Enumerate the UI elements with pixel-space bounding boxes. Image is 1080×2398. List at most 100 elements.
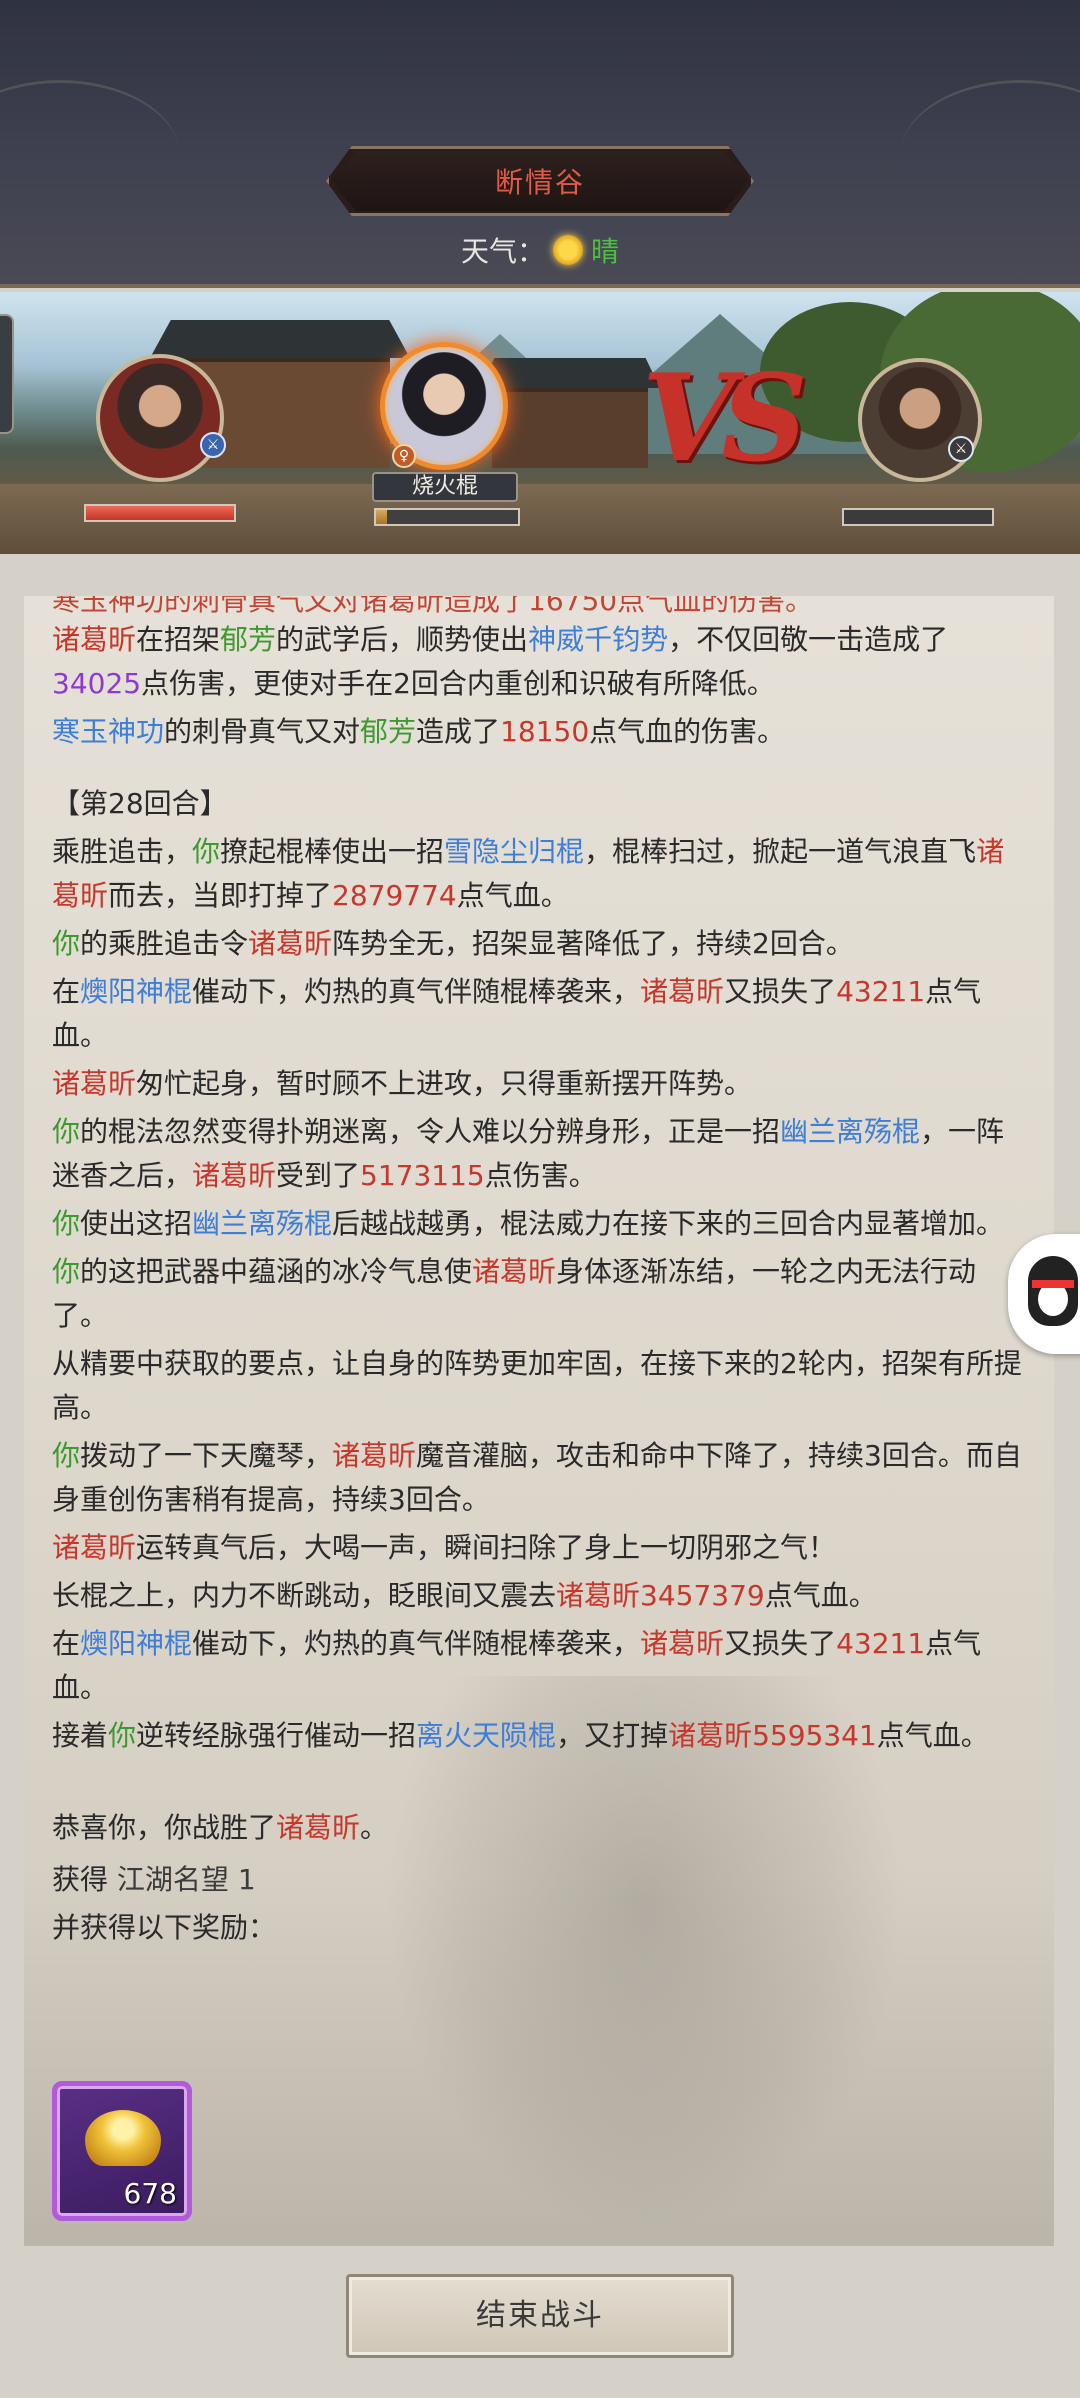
round-log-entry-3: 诸葛昕匆忙起身，暂时顾不上进攻，只得重新摆开阵势。 [52, 1062, 1032, 1106]
log-highlight-blue: 幽兰离殇棍 [192, 1207, 333, 1240]
floating-assist-button[interactable] [1008, 1234, 1080, 1354]
sword-icon: ⚔ [948, 436, 974, 462]
log-text: 从精要中获取的要点，让自身的阵势更加牢固，在接下来的2轮内，招架有所提高。 [52, 1347, 1022, 1424]
log-highlight-green: 郁芳 [360, 715, 417, 748]
log-highlight-red: 诸葛昕 [192, 1159, 277, 1192]
log-text: 而去，当即打掉了 [108, 879, 333, 912]
log-text: 匆忙起身，暂时顾不上进攻，只得重新摆开阵势。 [136, 1067, 753, 1100]
log-highlight-red: 诸葛昕 [52, 1067, 137, 1100]
roof-shape [480, 358, 660, 388]
log-highlight-green: 你 [52, 1115, 81, 1148]
log-highlight-red: 诸葛昕 [248, 927, 333, 960]
log-text: 点气血的伤害。 [589, 715, 786, 748]
penguin-scarf [1032, 1280, 1074, 1288]
gain-label: 获得 [52, 1863, 109, 1896]
round-log-entry-12: 接着你逆转经脉强行催动一招离火天陨棍，又打掉诸葛昕5595341点气血。 [52, 1714, 1032, 1758]
log-highlight-red: 诸葛昕 [332, 1439, 417, 1472]
log-highlight-red: 2879774 [332, 879, 457, 912]
side-drawer-handle[interactable] [0, 314, 14, 434]
round-log-entry-5: 你使出这招幽兰离殇棍后越战越勇，棍法威力在接下来的三回合内显著增加。 [52, 1202, 1032, 1246]
log-text: 。 [360, 1811, 389, 1844]
log-text: 点气血。 [876, 1719, 989, 1752]
round-log-entry-9: 诸葛昕运转真气后，大喝一声，瞬间扫除了身上一切阴邪之气！ [52, 1526, 1032, 1570]
log-text: 的武学后，顺势使出 [276, 623, 529, 656]
log-text: 造成了 [416, 715, 501, 748]
log-entry-0: 诸葛昕在招架郁芳的武学后，顺势使出神威千钧势，不仅回敬一击造成了 34025点伤害… [52, 618, 1032, 706]
log-text: 后越战越勇，棍法威力在接下来的三回合内显著增加。 [332, 1207, 1005, 1240]
player-hp-fill [376, 510, 388, 524]
end-battle-button[interactable]: 结束战斗 [346, 2274, 734, 2358]
round-log-entry-10: 长棍之上，内力不断跳动，眨眼间又震去诸葛昕3457379点气血。 [52, 1574, 1032, 1618]
gain-item: 江湖名望 1 [116, 1863, 256, 1896]
log-text: 点伤害。 [484, 1159, 597, 1192]
log-text: 乘胜追击， [52, 835, 193, 868]
ally-hp-bar [84, 504, 236, 522]
log-highlight-blue: 雪隐尘归棍 [444, 835, 585, 868]
log-line-cut: 寒玉神功的刺骨真气又对诸葛昕造成了16750点气血的伤害。 [52, 596, 814, 617]
battle-log: 寒玉神功的刺骨真气又对诸葛昕造成了16750点气血的伤害。 诸葛昕在招架郁芳的武… [52, 596, 1032, 1954]
log-highlight-green: 你 [52, 1439, 81, 1472]
log-text: 的这把武器中蕴涵的冰冷气息使 [80, 1255, 473, 1288]
enemy-hp-bar [842, 508, 994, 526]
log-highlight-blue: 寒玉神功 [52, 715, 165, 748]
log-highlight-red: 43211 [836, 975, 926, 1008]
log-highlight-red: 5173115 [360, 1159, 485, 1192]
victory-line: 恭喜你，你战胜了诸葛昕。 [52, 1806, 1032, 1850]
weather-row: 天气： 晴 [0, 230, 1080, 270]
log-text: 在 [52, 1627, 81, 1660]
log-text: 在 [52, 975, 81, 1008]
round-log-entry-2: 在燠阳神棍催动下，灼热的真气伴随棍棒袭来，诸葛昕又损失了43211点气血。 [52, 970, 1032, 1058]
log-highlight-red: 诸葛昕 [640, 1627, 725, 1660]
log-text: 点气血。 [764, 1579, 877, 1612]
log-highlight-red: 诸葛昕 [52, 623, 137, 656]
log-text: 的棍法忽然变得扑朔迷离，令人难以分辨身形，正是一招 [80, 1115, 781, 1148]
round-title: 【第28回合】 [52, 787, 228, 820]
round-log-entry-7: 从精要中获取的要点，让自身的阵势更加牢固，在接下来的2轮内，招架有所提高。 [52, 1342, 1032, 1430]
log-entries-round: 乘胜追击，你撩起棍棒使出一招雪隐尘归棍，棍棒扫过，掀起一道气浪直飞诸葛昕而去，当… [52, 830, 1032, 1758]
enemy-avatar[interactable] [858, 358, 982, 482]
round-log-entry-1: 你的乘胜追击令诸葛昕阵势全无，招架显著降低了，持续2回合。 [52, 922, 1032, 966]
log-highlight-blue: 燠阳神棍 [80, 975, 193, 1008]
battle-log-panel[interactable]: 寒玉神功的刺骨真气又对诸葛昕造成了16750点气血的伤害。 诸葛昕在招架郁芳的武… [24, 596, 1054, 2246]
log-highlight-purple: 34025 [52, 667, 142, 700]
ally-avatar[interactable] [96, 354, 224, 482]
log-text: 撩起棍棒使出一招 [220, 835, 445, 868]
log-text: 催动下，灼热的真气伴随棍棒袭来， [192, 975, 641, 1008]
reward-gold-ingot[interactable]: 678 [52, 2081, 192, 2221]
top-header: 断情谷 天气： 晴 [0, 0, 1080, 288]
log-text: ，又打掉 [556, 1719, 669, 1752]
penguin-icon [1028, 1256, 1078, 1326]
log-highlight-green: 你 [108, 1719, 137, 1752]
battle-banner: ⚔ ♀ 烧火棍 VS ⚔ [0, 292, 1080, 554]
log-highlight-red: 18150 [500, 715, 590, 748]
log-text: 点气血。 [456, 879, 569, 912]
log-text: 接着 [52, 1719, 109, 1752]
vs-emblem: VS [642, 348, 808, 489]
log-highlight-blue: 燠阳神棍 [80, 1627, 193, 1660]
log-highlight-red: 诸葛昕 [52, 1531, 137, 1564]
log-text: 点伤害，更使对手在2回合内重创和识破有所降低。 [141, 667, 775, 700]
gain-line: 获得 江湖名望 1 [52, 1858, 1032, 1902]
round-log-entry-4: 你的棍法忽然变得扑朔迷离，令人难以分辨身形，正是一招幽兰离殇棍，一阵迷香之后，诸… [52, 1110, 1032, 1198]
weather-value: 晴 [591, 235, 620, 268]
sun-icon [553, 235, 583, 265]
log-highlight-green: 你 [192, 835, 221, 868]
location-plaque: 断情谷 [331, 151, 749, 211]
rewards-label: 并获得以下奖励： [52, 1911, 277, 1944]
player-name-tag: 烧火棍 [372, 472, 518, 502]
log-text: 长棍之上，内力不断跳动，眨眼间又震去 [52, 1579, 557, 1612]
log-highlight-red: 诸葛昕 [276, 1811, 361, 1844]
sword-icon: ⚔ [200, 432, 226, 458]
round-log-entry-8: 你拨动了一下天魔琴，诸葛昕魔音灌脑，攻击和命中下降了，持续3回合。而自身重创伤害… [52, 1434, 1032, 1522]
log-text: 在招架 [136, 623, 221, 656]
log-highlight-red: 诸葛昕 [640, 975, 725, 1008]
log-highlight-red: 43211 [836, 1627, 926, 1660]
log-text: ，不仅回敬一击造成了 [668, 623, 949, 656]
log-highlight-blue: 离火天陨棍 [416, 1719, 557, 1752]
round-log-entry-0: 乘胜追击，你撩起棍棒使出一招雪隐尘归棍，棍棒扫过，掀起一道气浪直飞诸葛昕而去，当… [52, 830, 1032, 918]
log-text: 的刺骨真气又对 [164, 715, 361, 748]
female-icon: ♀ [392, 444, 416, 468]
reward-count: 678 [123, 2177, 177, 2210]
log-highlight-blue: 神威千钧势 [528, 623, 669, 656]
log-highlight-red: 3457379 [640, 1579, 765, 1612]
